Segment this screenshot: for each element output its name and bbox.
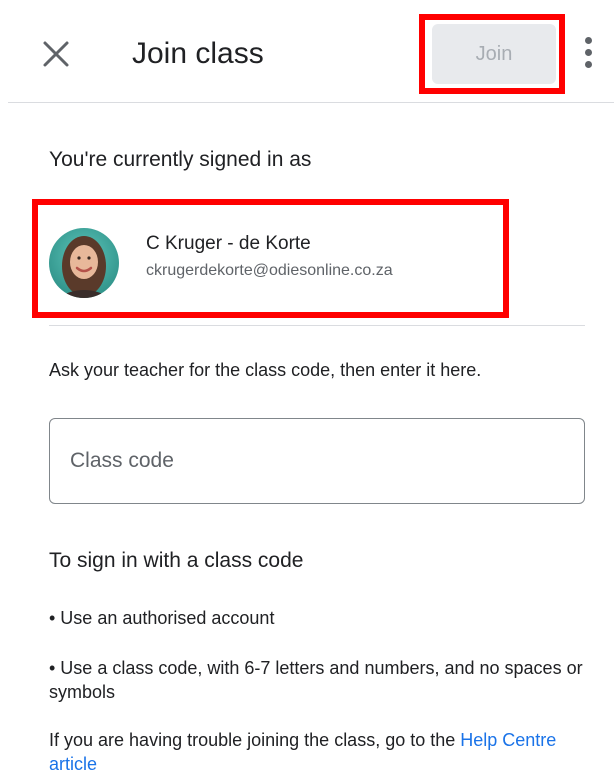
help-bullet-account: • Use an authorised account: [49, 608, 275, 628]
appbar-divider: [8, 102, 614, 103]
close-icon: [43, 41, 69, 67]
join-button-highlight: [419, 14, 565, 94]
help-trouble-text: If you are having trouble joining the cl…: [49, 728, 589, 776]
help-heading: To sign in with a class code: [49, 549, 304, 572]
help-bullet-code-format: • Use a class code, with 6-7 letters and…: [49, 658, 583, 702]
class-code-instruction: Ask your teacher for the class code, the…: [49, 360, 482, 380]
close-button[interactable]: [36, 34, 76, 74]
help-trouble-label: If you are having trouble joining the cl…: [49, 730, 461, 750]
more-options-button[interactable]: [578, 34, 598, 78]
signed-in-label: You're currently signed in as: [49, 148, 312, 171]
account-highlight: [32, 199, 509, 318]
class-code-input[interactable]: [49, 418, 585, 504]
top-app-bar: Join class Join: [0, 0, 614, 104]
more-vert-icon: [578, 37, 598, 68]
page-title: Join class: [132, 37, 264, 70]
section-divider: [49, 325, 585, 326]
